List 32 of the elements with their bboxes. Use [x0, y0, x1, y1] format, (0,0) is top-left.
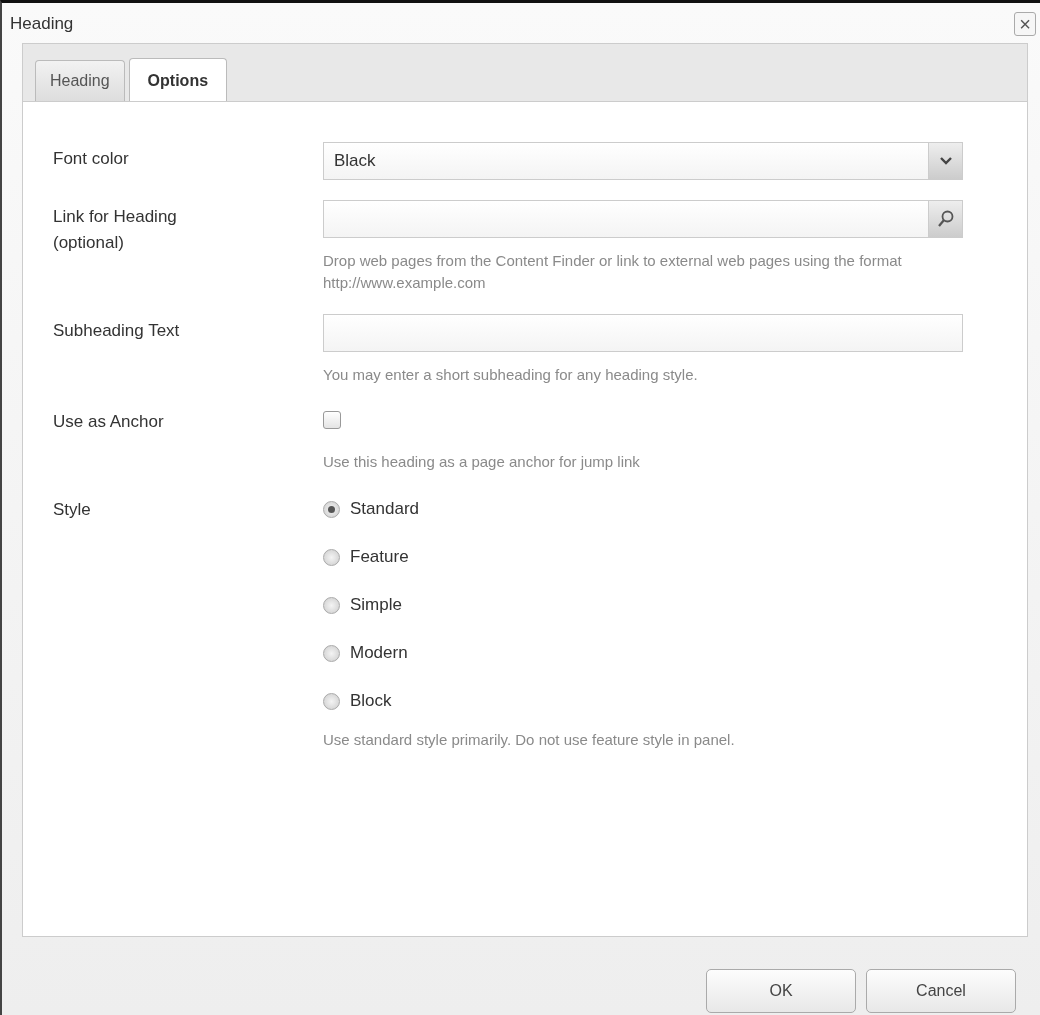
dropdown[interactable]: Black — [323, 142, 963, 180]
field-label: Style — [53, 499, 92, 521]
tab[interactable]: Options — [128, 58, 228, 101]
help-text: Use this heading as a page anchor for jump link — [323, 452, 641, 473]
close-button[interactable]: × — [1014, 12, 1036, 36]
radio-label: Simple — [350, 594, 402, 617]
help-text: Drop web pages from the Content Finder or link to external web pages using the format http://www.example.com — [323, 251, 903, 293]
input-field[interactable] — [323, 313, 963, 352]
radio-button[interactable] — [323, 644, 340, 662]
tab[interactable]: Heading — [35, 60, 125, 101]
input-field[interactable] — [323, 200, 963, 238]
chevron-down-icon — [939, 157, 952, 165]
search-button[interactable] — [928, 201, 962, 237]
radio-button[interactable] — [323, 596, 340, 614]
help-text: You may enter a short subheading for any heading style. — [323, 364, 699, 385]
radio-label: Block — [350, 690, 392, 713]
radio-label: Feature — [350, 546, 409, 569]
dialog-title: Heading — [10, 13, 74, 36]
help-text: Use standard style primarily. Do not use feature style in panel. — [323, 730, 736, 750]
radio-button[interactable] — [323, 500, 340, 518]
field-label: Font color — [53, 148, 130, 170]
radio-label: Standard — [350, 498, 419, 521]
field-label: Link for Heading (optional) — [53, 206, 178, 254]
search-icon — [937, 210, 954, 228]
dialog-button[interactable]: OK — [706, 969, 856, 1013]
radio-button[interactable] — [323, 692, 340, 710]
field-label: Subheading Text — [53, 319, 181, 342]
radio-button[interactable] — [323, 548, 340, 566]
checkbox[interactable] — [323, 411, 341, 430]
dialog-button[interactable]: Cancel — [866, 969, 1016, 1013]
radio-label: Modern — [350, 642, 408, 665]
field-label: Use as Anchor — [53, 411, 165, 434]
